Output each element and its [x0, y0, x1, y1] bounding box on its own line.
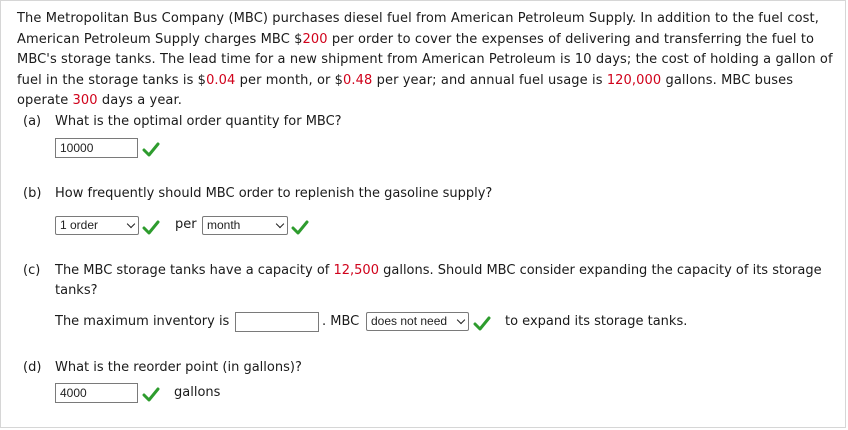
mbc-label: . MBC: [322, 314, 360, 329]
holding-cost-year-value: 0.48: [343, 72, 373, 88]
correct-check-icon: [142, 220, 160, 235]
correct-check-icon: [142, 387, 160, 402]
chevron-down-icon: [456, 315, 466, 325]
max-inventory-label: The maximum inventory is: [55, 314, 230, 329]
part-a-question: What is the optimal order quantity for M…: [55, 114, 342, 129]
part-b-question: How frequently should MBC order to reple…: [55, 186, 493, 201]
part-d-label: (d): [23, 360, 42, 375]
chevron-down-icon: [126, 219, 136, 229]
correct-check-icon: [473, 316, 491, 331]
order-cost-value: 200: [302, 31, 328, 47]
part-a-label: (a): [23, 114, 42, 129]
part-c-question: The MBC storage tanks have a capacity of…: [55, 261, 835, 301]
correct-check-icon: [142, 142, 160, 157]
intro-text: per month, or $: [235, 72, 344, 88]
annual-usage-value: 120,000: [606, 72, 662, 88]
gallons-unit-label: gallons: [174, 385, 221, 400]
expansion-need-select[interactable]: does not need: [366, 312, 469, 331]
operating-days-value: 300: [72, 93, 98, 108]
part-d-question: What is the reorder point (in gallons)?: [55, 360, 302, 375]
intro-text: per year; and annual fuel usage is: [372, 72, 607, 88]
time-period-select[interactable]: month: [202, 216, 288, 235]
intro-text: days a year.: [97, 93, 182, 108]
reorder-point-input[interactable]: 4000: [55, 383, 138, 403]
expansion-need-value: does not need: [371, 314, 448, 328]
order-count-select[interactable]: 1 order: [55, 216, 139, 235]
order-count-value: 1 order: [60, 218, 99, 232]
holding-cost-month-value: 0.04: [206, 72, 236, 88]
part-b-label: (b): [23, 186, 42, 201]
per-label: per: [175, 217, 197, 232]
expand-tail-text: to expand its storage tanks.: [505, 314, 688, 329]
tank-capacity-value: 12,500: [333, 263, 379, 278]
problem-statement: The Metropolitan Bus Company (MBC) purch…: [17, 9, 837, 112]
part-c-label: (c): [23, 263, 41, 278]
correct-check-icon: [291, 220, 309, 235]
question-text: The MBC storage tanks have a capacity of: [55, 263, 334, 278]
optimal-order-quantity-input[interactable]: 10000: [55, 138, 138, 158]
max-inventory-input[interactable]: [235, 312, 319, 332]
question-panel: The Metropolitan Bus Company (MBC) purch…: [0, 0, 846, 428]
chevron-down-icon: [275, 219, 285, 229]
time-period-value: month: [207, 218, 241, 232]
